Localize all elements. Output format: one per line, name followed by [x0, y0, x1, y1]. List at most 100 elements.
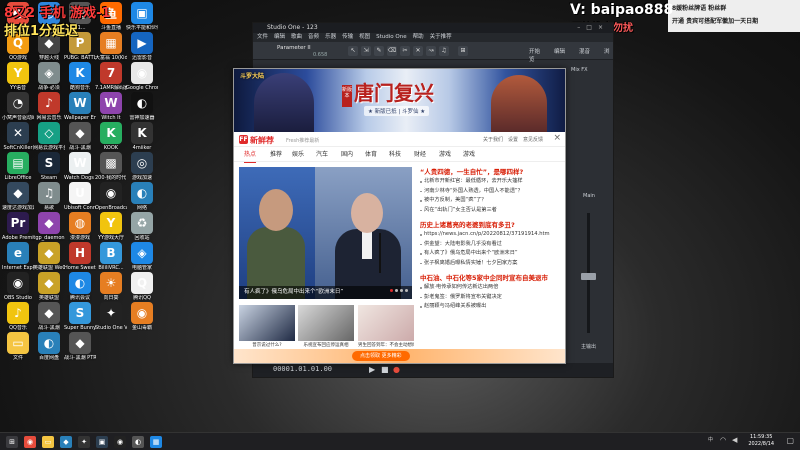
desktop-shortcut[interactable]: ▤ LibreOffice: [2, 152, 34, 181]
snap-icon[interactable]: ⊞: [458, 46, 468, 56]
desktop-shortcut[interactable]: ◐ 网络: [126, 182, 158, 211]
carousel-dots[interactable]: [388, 284, 408, 295]
news-item[interactable]: 有人疯了》俄乌危局中出来个“欧洲末日”: [420, 249, 562, 259]
menu-item[interactable]: 关于推荐: [430, 34, 452, 40]
news-headline[interactable]: 历史上诸葛亮的老婆到底有多丑?: [420, 220, 562, 230]
desktop-shortcut[interactable]: K 酷狗音乐: [64, 62, 96, 91]
header-link[interactable]: 关于我们: [483, 137, 503, 143]
carousel-dot[interactable]: [400, 289, 403, 292]
news-headline[interactable]: “人贵四德，一生自忙”，是哪四样?: [420, 167, 562, 177]
desktop-shortcut[interactable]: K KOOK: [95, 122, 127, 151]
volume-icon[interactable]: ◀: [732, 436, 737, 444]
close-icon[interactable]: ×: [553, 133, 561, 143]
windows-start-icon[interactable]: ⊞: [6, 436, 18, 448]
news-item[interactable]: 供金望：大陆电影我几乎没有看过: [420, 240, 562, 250]
studio-one-taskbar-icon[interactable]: ✦: [78, 436, 90, 448]
news-item[interactable]: 被中方反制，美国“疯”了？: [420, 196, 562, 206]
menu-item[interactable]: Studio One: [376, 34, 406, 40]
menu-item[interactable]: 乐器: [325, 34, 336, 40]
news-item[interactable]: 北新市开新红官：最低循环，去开乐大篷样: [420, 177, 562, 187]
mute-tool-icon[interactable]: ✕: [413, 46, 423, 56]
desktop-shortcut[interactable]: W Watch Dogs 2: [64, 152, 96, 181]
desktop-shortcut[interactable]: ▣ 快乐平能和伙伴: [126, 2, 158, 31]
menu-item[interactable]: 音频: [308, 34, 319, 40]
desktop-shortcut[interactable]: ▦大富翁 10(Kids...: [95, 32, 127, 61]
menu-item[interactable]: 传输: [342, 34, 353, 40]
network-icon[interactable]: ◠: [720, 436, 726, 444]
desktop-shortcut[interactable]: ▶ 迅雷影音: [126, 32, 158, 61]
pencil-tool-icon[interactable]: ✎: [374, 46, 384, 56]
news-item[interactable]: 彭老鬼签：俄罗斯将宣布关键决定: [420, 293, 562, 303]
desktop-shortcut[interactable]: ◆ tgp_daemon: [33, 212, 65, 241]
desktop-shortcut[interactable]: ▩200·我的时代 7.0: [95, 152, 127, 181]
news-thumbnail[interactable]: 普京说过什么?: [239, 305, 295, 353]
menu-item[interactable]: 文件: [257, 34, 268, 40]
desktop-shortcut[interactable]: ◆ 战斗·黑潮: [64, 122, 96, 151]
desktop-shortcut[interactable]: PrAdobe Premiere...: [2, 212, 34, 241]
news-item[interactable]: 张子枫离婚后曝私情实锤！七夕回家方案: [420, 259, 562, 269]
desktop-shortcut[interactable]: Y YY游戏大厅: [95, 212, 127, 241]
tab-3[interactable]: 汽车: [316, 148, 328, 162]
desktop-shortcut[interactable]: eInternet Explorer: [2, 242, 34, 271]
desktop-shortcut[interactable]: UUbisoft Connect: [64, 182, 96, 211]
header-link[interactable]: 意见反馈: [523, 137, 543, 143]
desktop-shortcut[interactable]: ✕ SoftCnKiller: [2, 122, 34, 151]
desktop-shortcut[interactable]: ◆ 战斗·黑潮: [33, 302, 65, 331]
desktop-shortcut[interactable]: ◈ 电脑管家: [126, 242, 158, 271]
desktop-shortcut[interactable]: ☀ 向日葵: [95, 272, 127, 301]
desktop-shortcut[interactable]: ◈ 战争·必须: [33, 62, 65, 91]
desktop-shortcut[interactable]: ◐ 腾讯会议: [64, 272, 96, 301]
desktop-shortcut[interactable]: S Steam: [33, 152, 65, 181]
desktop-shortcut[interactable]: ♪ 网易云音乐: [33, 92, 65, 121]
eraser-tool-icon[interactable]: ⌫: [387, 46, 397, 56]
news-item[interactable]: https://news.jacn.cn/p/20220812/37191914…: [420, 230, 562, 240]
news-headline[interactable]: 中石油、中石化等5家中企同时宣布自美退市: [420, 273, 562, 283]
listen-tool-icon[interactable]: ♫: [439, 46, 449, 56]
desktop-shortcut[interactable]: SSuper Bunny Man: [64, 302, 96, 331]
app-icon-2[interactable]: ◐: [132, 436, 144, 448]
desktop-shortcut[interactable]: ◇ 网易云游戏平台: [33, 122, 65, 151]
desktop-shortcut[interactable]: K 4miiker: [126, 122, 158, 151]
news-item[interactable]: 解放·电传承如何传达新达出两倍: [420, 283, 562, 293]
tab-7[interactable]: 财经: [414, 148, 426, 162]
tab-0[interactable]: 热点: [244, 148, 257, 163]
desktop-shortcut[interactable]: W Witch It: [95, 92, 127, 121]
news-popup-window[interactable]: 斗罗大陆 新版本 唐门复兴 ★ 新版已抵 | 斗罗仙 ★ FF 新鲜荐 Fresh…: [233, 68, 566, 364]
desktop-shortcut[interactable]: ◐ 百度网盘: [33, 332, 65, 361]
view-tab[interactable]: 编辑: [554, 49, 565, 55]
ime-indicator[interactable]: 中: [708, 436, 713, 443]
split-tool-icon[interactable]: ✂: [400, 46, 410, 56]
tencent-icon[interactable]: ◆: [60, 436, 72, 448]
menu-item[interactable]: 歌曲: [291, 34, 302, 40]
desktop-shortcut[interactable]: Q 腾讯QQ: [126, 272, 158, 301]
desktop-shortcut[interactable]: ◔小窝声音驱动助手: [2, 92, 34, 121]
menu-item[interactable]: 视图: [359, 34, 370, 40]
view-tab[interactable]: 混音: [579, 49, 590, 55]
desktop-shortcut[interactable]: ◉ OBS Studio: [2, 272, 34, 301]
tab-6[interactable]: 科技: [389, 148, 401, 162]
news-thumbnail[interactable]: 乐视宣布回应停运真相: [298, 305, 354, 353]
news-item[interactable]: 河南少林寺“外国人熟透，中国人不能透”？: [420, 187, 562, 197]
play-icon[interactable]: ▶: [369, 365, 375, 374]
hero-news-image[interactable]: 有人疯了》俄乌危局中出来个“欧洲末日”: [239, 167, 412, 299]
tab-5[interactable]: 体育: [365, 148, 377, 162]
desktop-shortcut[interactable]: ◆英雄联盟 WeGame版: [33, 242, 65, 271]
view-switcher[interactable]: 开始 编辑 混音 浏览: [529, 47, 613, 63]
record-icon[interactable]: ●: [393, 365, 400, 374]
studio-titlebar[interactable]: Studio One - 123 –□×: [253, 23, 613, 33]
desktop-shortcut[interactable]: ♻ 回收站: [126, 212, 158, 241]
range-tool-icon[interactable]: ⇲: [361, 46, 371, 56]
carousel-dot[interactable]: [390, 289, 393, 292]
desktop-shortcut[interactable]: ◉Google Chrome: [126, 62, 158, 91]
tab-9[interactable]: 游戏: [463, 148, 475, 162]
desktop-shortcut[interactable]: ▭ 文件: [2, 332, 34, 361]
carousel-dot[interactable]: [405, 289, 408, 292]
desktop-shortcut[interactable]: ✦Studio One V3.5...: [95, 302, 127, 331]
tab-8[interactable]: 游戏: [439, 148, 451, 162]
system-clock[interactable]: 11:59:35 2022/8/14: [748, 434, 774, 448]
app-icon[interactable]: ▣: [96, 436, 108, 448]
desktop-shortcut[interactable]: Y YY语音: [2, 62, 34, 91]
menu-item[interactable]: 编辑: [274, 34, 285, 40]
chrome-icon[interactable]: ◉: [24, 436, 36, 448]
tab-4[interactable]: 国内: [341, 148, 353, 162]
